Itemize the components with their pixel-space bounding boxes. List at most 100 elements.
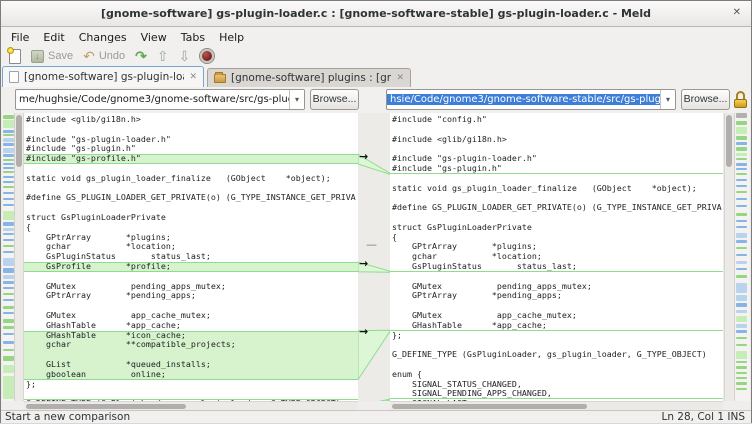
code-line: static void gs_plugin_loader_finalize (G… <box>24 174 358 184</box>
file-icon <box>9 71 19 83</box>
right-diffmap[interactable] <box>734 113 750 401</box>
diffmap-block <box>736 361 747 363</box>
code-line: struct GsPluginLoaderPrivate <box>390 223 723 233</box>
redo-button[interactable]: ↷ <box>135 49 147 63</box>
code-line: G_DEFINE_TYPE (GsPluginLoader, gs_plugin… <box>390 350 723 360</box>
menu-tabs[interactable]: Tabs <box>174 29 212 46</box>
diffmap-block <box>736 303 747 307</box>
diffmap-block <box>736 372 747 374</box>
diffmap-block <box>3 154 14 157</box>
diffmap-block <box>736 198 747 200</box>
toolbar: ↓ Save ↶ Undo ↷ ⇧ ⇩ <box>1 46 751 66</box>
diffmap-block <box>3 222 14 226</box>
left-browse-button[interactable]: Browse... <box>310 89 359 110</box>
lock-icon[interactable] <box>733 91 748 108</box>
save-button[interactable]: ↓ Save <box>31 50 73 63</box>
code-line <box>390 360 723 370</box>
menu-file[interactable]: File <box>4 29 36 46</box>
tab-plugins[interactable]: [gnome-software] plugins : [gnome-soft ✕ <box>207 68 411 87</box>
stop-button[interactable] <box>200 49 214 63</box>
diffmap-block <box>736 233 747 238</box>
diffmap-block <box>736 295 747 301</box>
scrollbar-thumb[interactable] <box>726 115 732 167</box>
diffmap-block <box>736 240 747 243</box>
next-change-button[interactable]: ⇩ <box>179 49 191 63</box>
tab-close-icon[interactable]: ✕ <box>189 72 197 82</box>
previous-change-button[interactable]: ⇧ <box>157 49 169 63</box>
tab-gs-plugin-loader[interactable]: [gnome-software] gs-plugin-loader.c : [g… <box>2 66 204 87</box>
diffmap-block <box>3 167 14 169</box>
right-file-combobox[interactable]: hsie/Code/gnome3/gnome-software-stable/s… <box>386 89 676 110</box>
menu-edit[interactable]: Edit <box>36 29 71 46</box>
diffmap-block <box>3 268 14 273</box>
right-browse-button[interactable]: Browse... <box>681 89 730 110</box>
diffmap-block <box>736 127 747 134</box>
diffmap-block <box>736 168 747 170</box>
diffmap-block <box>736 147 747 151</box>
diffmap-block <box>3 275 14 279</box>
code-line: #include <glib/gi18n.h> <box>24 115 358 125</box>
diffmap-block <box>736 254 747 256</box>
redo-icon: ↷ <box>135 49 147 63</box>
code-line: gchar **compatible_projects; <box>24 340 358 350</box>
window-close-icon[interactable]: ✕ <box>733 7 741 18</box>
code-line: }; <box>390 331 723 341</box>
delete-chunk-icon[interactable]: — <box>366 241 377 249</box>
diffmap-block <box>3 211 14 220</box>
scrollbar-thumb[interactable] <box>392 404 587 409</box>
hscroll-row <box>1 401 751 410</box>
code-line: gboolean online; <box>24 370 358 380</box>
scrollbar-thumb[interactable] <box>26 404 186 409</box>
diffmap-block <box>736 324 747 328</box>
diffmap-block <box>3 130 14 133</box>
push-change-right-arrow[interactable]: → <box>359 327 368 337</box>
left-code-pane[interactable]: #include <glib/gi18n.h>#include "gs-plug… <box>24 113 358 401</box>
diffmap-block <box>736 261 747 264</box>
undo-icon: ↶ <box>83 49 95 63</box>
diffmap-block <box>3 204 14 206</box>
diffmap-block <box>736 220 747 222</box>
new-comparison-icon <box>9 49 21 64</box>
right-code-pane[interactable]: #include "config.h"#include <glib/gi18n.… <box>390 113 723 401</box>
left-diffmap[interactable] <box>2 113 15 401</box>
arrow-up-icon: ⇧ <box>157 49 169 63</box>
menu-view[interactable]: View <box>134 29 174 46</box>
menu-help[interactable]: Help <box>212 29 251 46</box>
undo-button[interactable]: ↶ Undo <box>83 49 125 63</box>
right-vertical-scrollbar[interactable] <box>724 113 733 401</box>
stop-icon <box>200 49 214 63</box>
diffmap-block <box>3 299 14 301</box>
diffmap-block <box>736 377 747 379</box>
scrollbar-thumb[interactable] <box>16 115 22 167</box>
left-horizontal-scrollbar[interactable] <box>24 401 358 410</box>
left-vertical-scrollbar[interactable] <box>15 113 24 401</box>
right-horizontal-scrollbar[interactable] <box>390 401 723 410</box>
code-line: #include "gs-plugin.h" <box>390 164 723 174</box>
diffmap-block <box>736 351 747 359</box>
folder-icon <box>214 74 226 83</box>
menu-changes[interactable]: Changes <box>72 29 134 46</box>
chevron-down-icon[interactable]: ▾ <box>289 90 304 109</box>
save-icon: ↓ <box>31 50 44 63</box>
code-line: GPtrArray *pending_apps; <box>390 291 723 301</box>
statusbar: Start a new comparison Ln 28, Col 1 INS <box>1 410 751 423</box>
diffmap-block <box>736 136 747 140</box>
diffmap-block <box>3 228 14 231</box>
diffmap-block <box>736 185 747 187</box>
cursor-position: Ln 28, Col 1 INS <box>661 411 745 424</box>
new-comparison-button[interactable] <box>9 49 21 64</box>
tab-close-icon[interactable]: ✕ <box>396 73 404 83</box>
left-file-combobox[interactable]: me/hughsie/Code/gnome3/gnome-software/sr… <box>15 89 305 110</box>
diffmap-block <box>3 134 14 136</box>
diffmap-block <box>3 349 14 351</box>
diffmap-block <box>3 341 14 344</box>
diffmap-block <box>3 281 14 284</box>
push-change-right-arrow[interactable]: → <box>359 152 368 162</box>
left-file-path: me/hughsie/Code/gnome3/gnome-software/sr… <box>16 94 289 105</box>
push-change-right-arrow[interactable]: → <box>359 259 368 269</box>
code-line: static void gs_plugin_loader_finalize (G… <box>390 184 723 194</box>
code-line: #define GS_PLUGIN_LOADER_GET_PRIVATE(o) … <box>24 193 358 203</box>
diffmap-block <box>736 205 747 207</box>
diffmap-block <box>3 245 14 247</box>
chevron-down-icon[interactable]: ▾ <box>660 90 675 109</box>
